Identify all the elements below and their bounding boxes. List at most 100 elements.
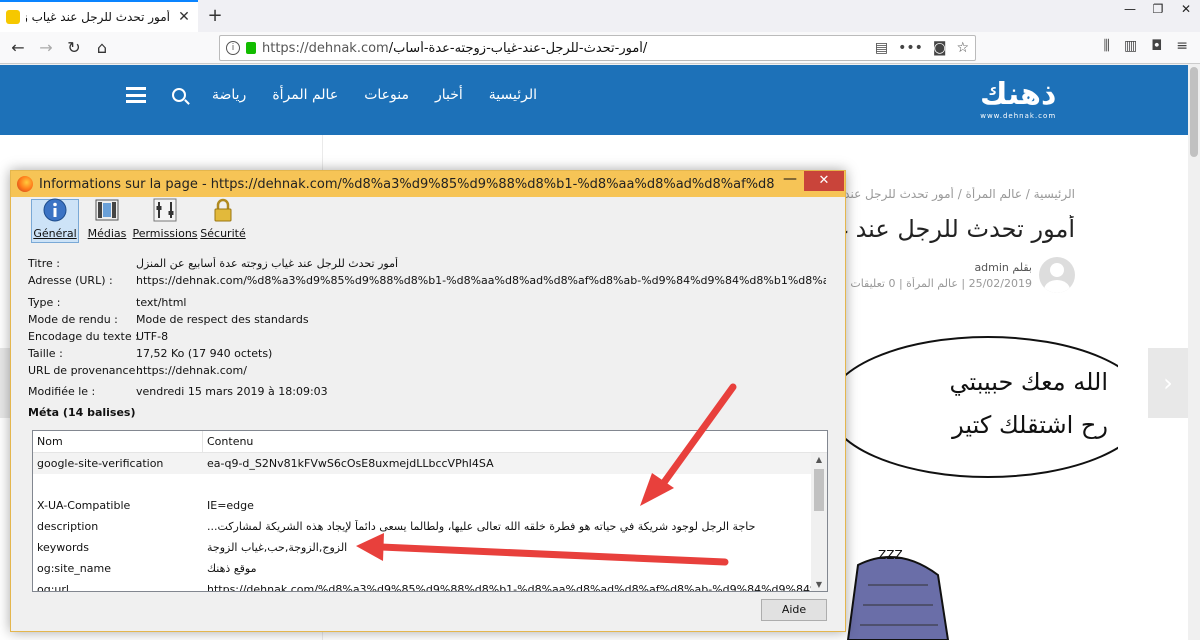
tab-general[interactable]: Général xyxy=(31,198,79,243)
meta-content-cell: ea-q9-d_S2Nv81kFVwS6cOsE8uxmejdLLbccVPhI… xyxy=(207,457,494,470)
url-actions: ▤ ••• ◙ ☆ xyxy=(875,40,969,56)
modified-value[interactable]: vendredi 15 mars 2019 à 18:09:03 xyxy=(136,385,826,398)
byline-prefix: بقلم xyxy=(1012,261,1032,274)
meta-name-cell: og:url xyxy=(37,583,69,592)
media-icon xyxy=(94,197,120,223)
meta-content-cell: الزوج,الزوجة,حب,غياب الزوجة xyxy=(207,541,348,554)
table-row[interactable]: description حاجة الرجل لوجود شريكة في حي… xyxy=(33,516,827,537)
author-name[interactable]: admin xyxy=(974,261,1008,274)
meta-scrollbar-thumb[interactable] xyxy=(814,469,824,511)
render-mode-label: Mode de rendu : xyxy=(28,313,118,326)
modified-label: Modifiée le : xyxy=(28,385,96,398)
toolbar-right: ⫼ ▥ ◘ ≡ xyxy=(1104,38,1189,54)
svg-text:ZZZ: ZZZ xyxy=(878,548,903,562)
meta-name-cell: X-UA-Compatible xyxy=(37,499,131,512)
tab-permissions[interactable]: Permissions xyxy=(132,198,198,243)
url-bar[interactable]: i https://dehnak.com/أمور-تحدث-للرجل-عند… xyxy=(219,35,976,61)
browser-tab[interactable]: أمور تحدث للرجل عند غياب زوجته ✕ xyxy=(0,0,198,32)
cartoon-figure: ZZZ xyxy=(846,548,950,640)
dialog-tabs: Général Médias Permissions Sécurité xyxy=(31,197,247,243)
close-tab-icon[interactable]: ✕ xyxy=(176,9,192,25)
meta-heading: Méta (14 balises) xyxy=(28,406,136,419)
column-header-name[interactable]: Nom xyxy=(33,431,203,452)
table-row[interactable]: google-site-verification ea-q9-d_S2Nv81k… xyxy=(33,453,827,474)
menu-item-home[interactable]: الرئيسية xyxy=(489,87,537,103)
scroll-up-icon[interactable]: ▲ xyxy=(811,453,827,467)
menu-item-news[interactable]: أخبار xyxy=(435,87,463,103)
close-window-button[interactable]: ✕ xyxy=(1172,0,1200,20)
table-row[interactable]: og:url https://dehnak.com/%d8%a3%d9%85%d… xyxy=(33,579,827,592)
referrer-label: URL de provenance : xyxy=(28,364,143,377)
dialog-close-button[interactable]: ✕ xyxy=(804,171,844,191)
pocket-icon[interactable]: ◙ xyxy=(933,40,947,56)
tab-security[interactable]: Sécurité xyxy=(199,197,247,243)
url-text[interactable]: https://dehnak.com/أمور-تحدث-للرجل-عند-غ… xyxy=(262,41,869,56)
column-header-content[interactable]: Contenu xyxy=(203,431,253,452)
reader-view-icon[interactable]: ▤ xyxy=(875,40,888,56)
table-row[interactable]: og:site_name موقع ذهنك xyxy=(33,558,827,579)
lock-icon xyxy=(210,197,236,223)
menu-item-women[interactable]: عالم المرأة xyxy=(272,87,338,103)
help-button[interactable]: Aide xyxy=(761,599,827,621)
reload-button[interactable]: ↻ xyxy=(62,36,86,60)
page-scrollbar-thumb[interactable] xyxy=(1190,67,1198,157)
type-value[interactable]: text/html xyxy=(136,296,826,309)
type-label: Type : xyxy=(28,296,61,309)
page-scrollbar[interactable] xyxy=(1188,65,1200,640)
meta-content-cell: حاجة الرجل لوجود شريكة في حياته هو فطرة … xyxy=(207,520,756,533)
hamburger-menu-icon[interactable] xyxy=(126,87,146,103)
navigation-toolbar: ← → ↻ ⌂ i https://dehnak.com/أمور-تحدث-ل… xyxy=(0,32,1200,64)
slider-next-button[interactable]: › xyxy=(1148,348,1188,418)
site-logo[interactable]: ذهنك www.dehnak.com xyxy=(980,77,1056,120)
lock-icon[interactable] xyxy=(246,42,256,54)
back-button[interactable]: ← xyxy=(6,36,30,60)
breadcrumb[interactable]: الرئيسية / عالم المرأة / أمور تحدث للرجل… xyxy=(840,187,1075,201)
minimize-window-button[interactable]: — xyxy=(1116,0,1144,20)
forward-button[interactable]: → xyxy=(34,36,58,60)
tab-strip: أمور تحدث للرجل عند غياب زوجته ✕ + — ❐ ✕ xyxy=(0,0,1200,32)
size-value[interactable]: 17,52 Ko (17 940 octets) xyxy=(136,347,826,360)
sidebar-icon[interactable]: ▥ xyxy=(1124,38,1137,54)
dialog-minimize-button[interactable]: — xyxy=(777,171,803,191)
menu-item-sports[interactable]: رياضة xyxy=(212,87,246,103)
home-button[interactable]: ⌂ xyxy=(90,36,114,60)
url-host: https://dehnak.com xyxy=(262,40,389,56)
tab-security-label: Sécurité xyxy=(200,227,246,240)
extension-icon[interactable]: ◘ xyxy=(1151,38,1162,54)
library-icon[interactable]: ⫼ xyxy=(1104,38,1110,54)
menu-item-misc[interactable]: منوعات xyxy=(364,87,409,103)
menu-icon[interactable]: ≡ xyxy=(1176,38,1188,54)
render-mode-value[interactable]: Mode de respect des standards xyxy=(136,313,826,326)
url-value[interactable]: https://dehnak.com/%d8%a3%d9%85%d9%88%d8… xyxy=(136,274,826,287)
logo-subtext: www.dehnak.com xyxy=(980,112,1057,120)
page-actions-icon[interactable]: ••• xyxy=(898,40,923,56)
meta-table[interactable]: Nom Contenu google-site-verification ea-… xyxy=(32,430,828,592)
window-controls: — ❐ ✕ xyxy=(1116,0,1200,20)
article-meta: 25/02/2019 | عالم المرأة | 0 تعليقات | xyxy=(848,277,1032,290)
referrer-value[interactable]: https://dehnak.com/ xyxy=(136,364,826,377)
table-row[interactable]: keywords الزوج,الزوجة,حب,غياب الزوجة xyxy=(33,537,827,558)
meta-content-cell: https://dehnak.com/%d8%a3%d9%85%d9%88%d8… xyxy=(207,583,827,592)
encoding-value[interactable]: UTF-8 xyxy=(136,330,826,343)
meta-table-scrollbar[interactable]: ▲ ▼ xyxy=(811,453,827,591)
dialog-titlebar[interactable]: Informations sur la page - https://dehna… xyxy=(11,171,845,197)
bookmark-star-icon[interactable]: ☆ xyxy=(956,40,969,56)
restore-window-button[interactable]: ❐ xyxy=(1144,0,1172,20)
tab-media[interactable]: Médias xyxy=(83,199,131,243)
table-row[interactable] xyxy=(33,474,827,495)
favicon-icon xyxy=(6,10,20,24)
meta-name-cell: keywords xyxy=(37,541,90,554)
scroll-down-icon[interactable]: ▼ xyxy=(811,578,827,591)
info-icon[interactable]: i xyxy=(226,41,240,55)
search-icon[interactable] xyxy=(172,88,186,102)
logo-text: ذهنك xyxy=(980,77,1057,112)
table-row[interactable]: X-UA-Compatible IE=edge xyxy=(33,495,827,516)
meta-table-header: Nom Contenu xyxy=(33,431,827,453)
new-tab-button[interactable]: + xyxy=(204,5,226,27)
title-value[interactable]: أمور تحدث للرجل عند غياب زوجته عدة أسابي… xyxy=(136,257,826,270)
size-label: Taille : xyxy=(28,347,63,360)
meta-name-cell: og:site_name xyxy=(37,562,111,575)
cartoon-line-1: الله معك حبيبتي xyxy=(949,368,1108,396)
general-panel: Titre : أمور تحدث للرجل عند غياب زوجته ع… xyxy=(16,247,840,593)
meta-content-cell: IE=edge xyxy=(207,499,254,512)
